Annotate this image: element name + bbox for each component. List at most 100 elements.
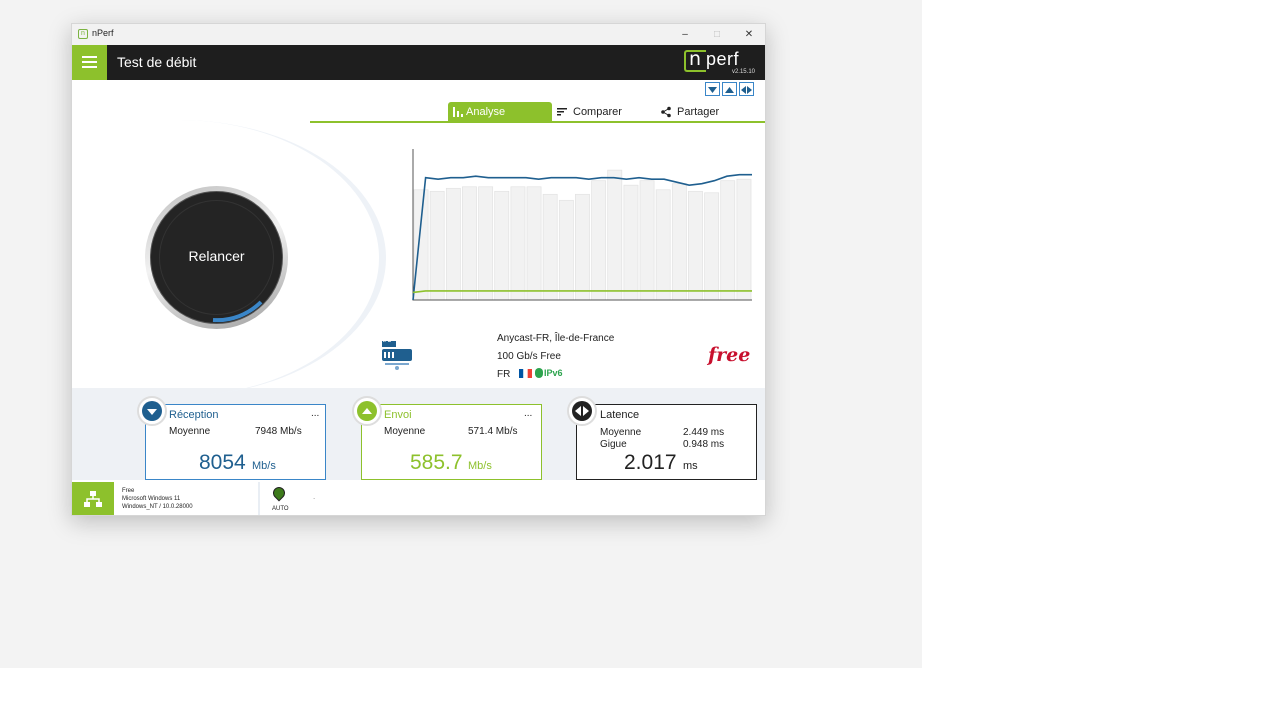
chart-bar [671, 183, 687, 301]
chart-bar [478, 186, 494, 301]
triangle-up-icon [725, 87, 734, 93]
ipv6-badge: IPv6 [544, 368, 563, 378]
jitter-value: 0.948 ms [683, 439, 725, 450]
upload-badge [352, 396, 382, 426]
expand-sides-button[interactable] [739, 82, 754, 96]
server-name: Anycast-FR, Île-de-France [497, 333, 615, 344]
status-footer: Free Microsoft Windows 11 Windows_NT / 1… [72, 482, 765, 515]
provider-logo: free [708, 344, 751, 366]
bar-chart-icon [453, 107, 463, 117]
logo-n: n [689, 48, 702, 70]
france-flag-icon [519, 369, 532, 378]
arrow-down-icon [147, 409, 157, 415]
chart-bar [575, 193, 590, 301]
latency-unit: ms [683, 460, 698, 472]
chart-bar [623, 184, 639, 301]
title-bar: n nPerf – □ ✕ [72, 24, 765, 45]
connection-info: Free Microsoft Windows 11 Windows_NT / 1… [122, 487, 193, 511]
status-dot: . [313, 492, 316, 501]
nperf-logo: n perf v2.15.10 [682, 48, 756, 77]
minimize-button[interactable]: – [669, 24, 701, 45]
app-version: v2.15.10 [731, 69, 755, 75]
upload-more-button[interactable]: ... [524, 408, 532, 419]
hamburger-menu-button[interactable] [72, 45, 107, 80]
footer-divider [258, 482, 260, 515]
latency-value: 2.017 [624, 451, 677, 474]
location-mode: AUTO [272, 506, 289, 512]
download-more-button[interactable]: ... [311, 408, 319, 419]
chart-bar [655, 189, 671, 301]
window-title: nPerf [92, 28, 114, 38]
download-average-value: 7948 Mb/s [255, 426, 302, 437]
tab-label: Partager [677, 106, 720, 118]
left-right-icon [741, 86, 752, 94]
chart-bar [736, 178, 752, 301]
download-speed-value: 8054 [199, 451, 246, 474]
relancer-button[interactable]: Relancer [150, 191, 283, 324]
arrow-up-icon [362, 408, 372, 414]
nperf-app-icon: n [78, 29, 88, 39]
download-card[interactable]: Réception ... Moyenne 7948 Mb/s 8054 Mb/… [145, 404, 326, 480]
ping-arrows-icon [575, 406, 589, 416]
chart-bar [413, 189, 429, 301]
chart-bar [639, 180, 655, 301]
location-pin-icon[interactable] [270, 484, 288, 502]
chart-bar [542, 193, 558, 301]
tab-comparer[interactable]: Comparer [556, 102, 656, 122]
download-average-label: Moyenne [169, 426, 211, 437]
collapse-up-button[interactable] [722, 82, 737, 96]
chart-bar [526, 186, 542, 301]
latency-badge [567, 396, 597, 426]
chart-bar [607, 169, 623, 301]
os-name: Microsoft Windows 11 [122, 496, 181, 502]
tab-partager[interactable]: Partager [660, 102, 760, 122]
server-icon-label: IPS [383, 338, 392, 344]
upload-average-label: Moyenne [384, 426, 426, 437]
menu-bar-icon [82, 56, 97, 58]
chart-bar [558, 199, 574, 301]
app-header: Test de débit n perf v2.15.10 [72, 45, 765, 80]
speed-chart [390, 142, 765, 322]
upload-average-value: 571.4 Mb/s [468, 426, 518, 437]
tab-analyse[interactable]: Analyse [448, 102, 552, 122]
upload-speed-value: 585.7 [410, 451, 463, 474]
latency-average-label: Moyenne [600, 427, 642, 438]
chart-bar [462, 186, 477, 301]
page-title: Test de débit [117, 54, 197, 70]
download-badge [137, 396, 167, 426]
upload-speed-unit: Mb/s [468, 460, 492, 472]
download-title: Réception [169, 409, 219, 421]
server-capacity: 100 Gb/s Free [497, 351, 561, 362]
menu-bar-icon [82, 61, 97, 63]
jitter-label: Gigue [600, 439, 627, 450]
download-speed-unit: Mb/s [252, 460, 276, 472]
chart-bar [445, 187, 461, 301]
upload-badge-fill [357, 401, 377, 421]
share-icon [661, 106, 671, 118]
close-button[interactable]: ✕ [733, 24, 765, 45]
latency-title: Latence [600, 409, 640, 421]
compare-icon [557, 108, 567, 116]
start-button-label: Relancer [188, 248, 245, 264]
triangle-down-icon [708, 87, 717, 93]
download-badge-fill [142, 401, 162, 421]
speed-chart-svg [412, 149, 752, 301]
chart-bar [510, 186, 526, 301]
network-button[interactable] [72, 482, 114, 515]
logo-text: perf [706, 49, 740, 69]
user-agent: Windows_NT / 10.0.28000 [122, 504, 193, 510]
ipv6-badge-icon [535, 368, 543, 378]
chart-bar [688, 190, 703, 301]
latency-badge-fill [572, 401, 592, 421]
tabs-underline [310, 121, 765, 123]
latency-card[interactable]: Latence Moyenne 2.449 ms Gigue 0.948 ms … [576, 404, 757, 480]
tab-label: Analyse [466, 106, 506, 118]
maximize-button[interactable]: □ [701, 24, 733, 45]
menu-bar-icon [82, 66, 97, 68]
upload-card[interactable]: Envoi ... Moyenne 571.4 Mb/s 585.7 Mb/s [361, 404, 542, 480]
collapse-down-button[interactable] [705, 82, 720, 96]
network-icon [84, 491, 102, 507]
isp-name: Free [122, 488, 135, 494]
chart-bar [591, 180, 607, 301]
chart-bar [704, 192, 720, 301]
